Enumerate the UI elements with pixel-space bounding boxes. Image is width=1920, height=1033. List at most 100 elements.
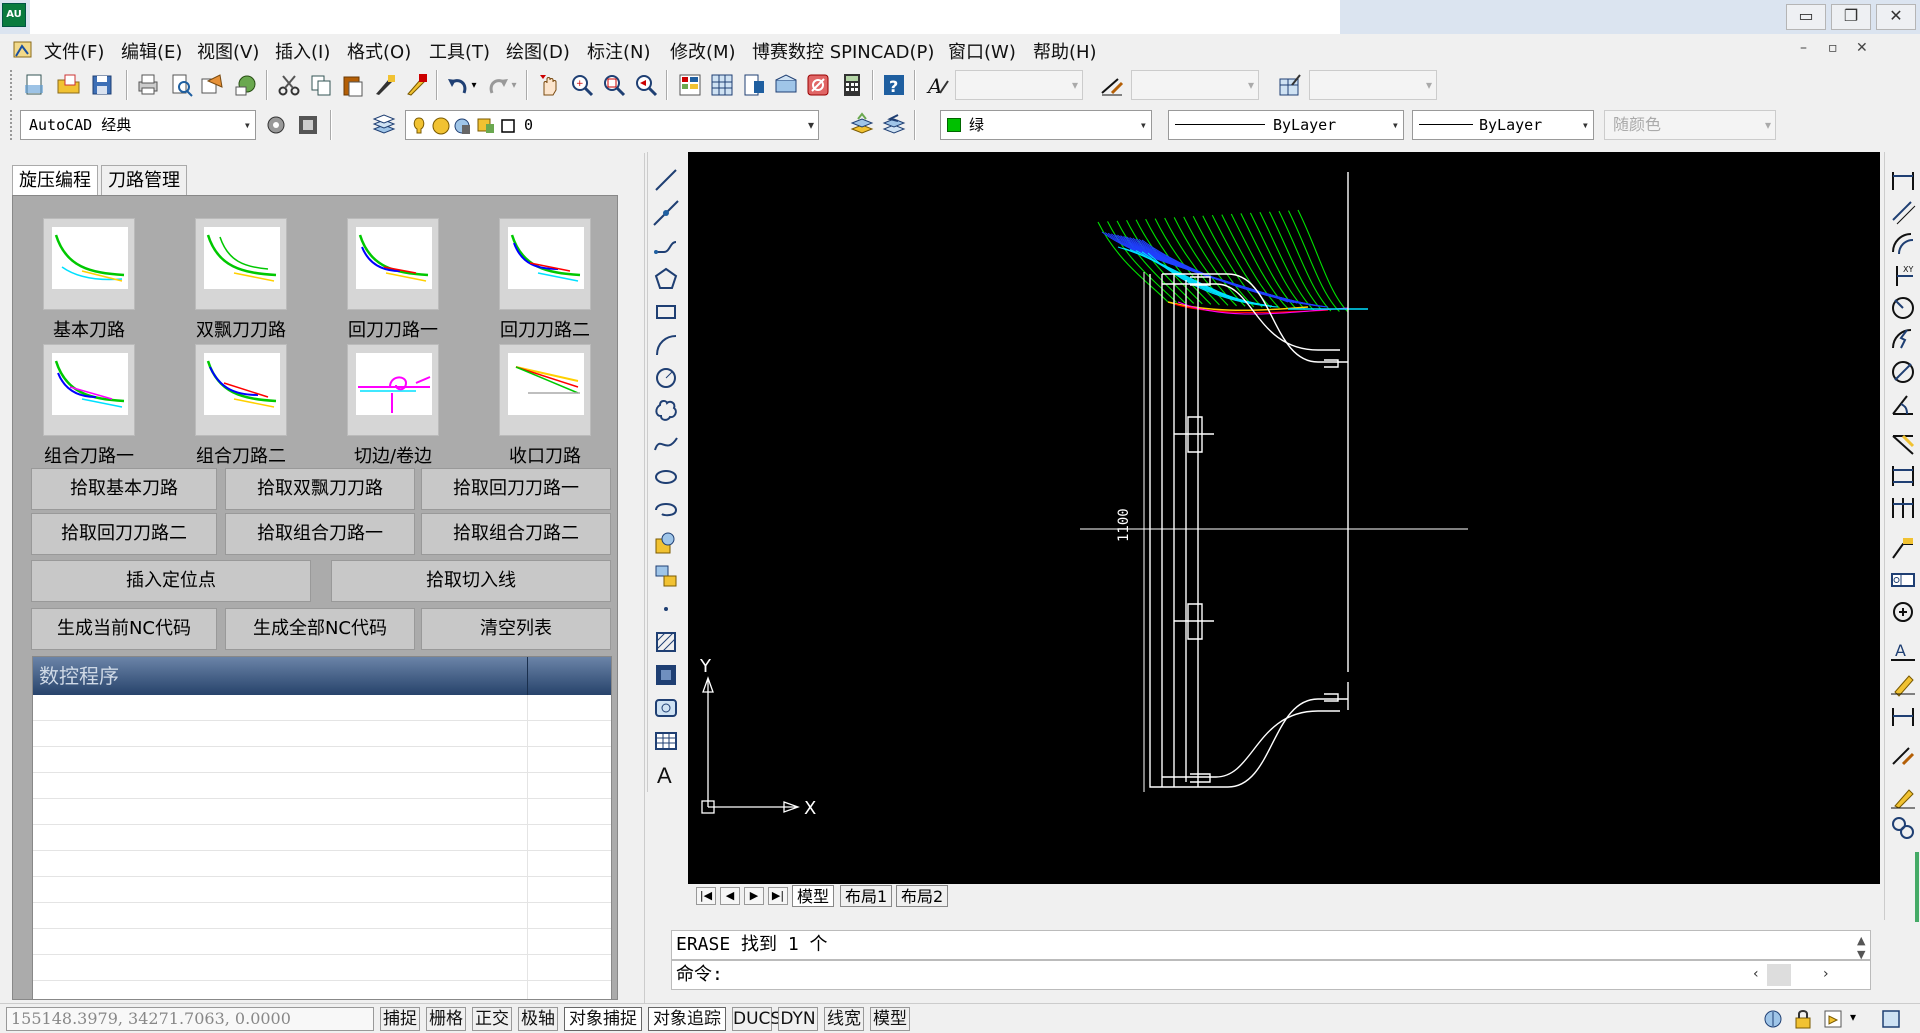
tab-spin-programming[interactable]: 旋压编程 — [12, 165, 98, 195]
rectangle-icon[interactable] — [652, 298, 680, 326]
workspace-settings-icon[interactable] — [262, 111, 290, 139]
angular-dimension-icon[interactable] — [1889, 390, 1917, 418]
drawing-canvas[interactable]: 1100 Y X — [688, 152, 1880, 884]
menu-format[interactable]: 格式(O) — [347, 38, 411, 64]
restore-button[interactable]: ❐ — [1831, 4, 1871, 30]
calculator-icon[interactable] — [838, 71, 866, 99]
undo-dropdown-icon[interactable]: ▾ — [468, 71, 480, 99]
menu-dimension[interactable]: 标注(N) — [587, 38, 651, 64]
link-icon[interactable] — [1889, 814, 1917, 842]
menu-draw[interactable]: 绘图(D) — [506, 38, 570, 64]
scroll-left[interactable]: ‹ — [1753, 966, 1759, 982]
menu-help[interactable]: 帮助(H) — [1033, 38, 1097, 64]
list-row[interactable] — [33, 955, 611, 981]
table-icon[interactable] — [652, 727, 680, 755]
history-scroll-down[interactable]: ▼ — [1857, 948, 1865, 961]
coordinate-readout[interactable]: 155148.3979, 34271.7063, 0.0000 — [6, 1007, 374, 1031]
ellipse-arc-icon[interactable] — [652, 496, 680, 524]
workspace-combo[interactable]: AutoCAD 经典 ▾ — [20, 110, 256, 140]
zoom-previous-icon[interactable] — [632, 71, 660, 99]
generate-all-nc-button[interactable]: 生成全部NC代码 — [225, 608, 415, 650]
new-file-icon[interactable] — [20, 71, 48, 99]
diameter-dimension-icon[interactable] — [1889, 358, 1917, 386]
layer-previous-icon[interactable] — [880, 111, 908, 139]
app-icon[interactable]: AU — [2, 3, 26, 27]
list-row[interactable] — [33, 851, 611, 877]
tolerance-icon[interactable] — [1889, 566, 1917, 594]
text-style-combo[interactable]: ▾ — [955, 70, 1083, 100]
status-menu-arrow-icon[interactable]: ▾ — [1850, 1010, 1856, 1024]
arc-length-icon[interactable] — [1889, 230, 1917, 258]
pick-double-float-toolpath-button[interactable]: 拾取双飘刀刀路 — [225, 468, 415, 510]
grid-toggle[interactable]: 栅格 — [426, 1007, 466, 1031]
layer-manager-icon[interactable] — [370, 111, 398, 139]
line-icon[interactable] — [652, 166, 680, 194]
tab-layout2[interactable]: 布局2 — [896, 885, 949, 907]
spline-icon[interactable] — [652, 430, 680, 458]
list-row[interactable] — [33, 747, 611, 773]
markup-icon[interactable] — [804, 71, 832, 99]
thumb-combined-toolpath-1[interactable]: 组合刀路一 — [27, 342, 151, 467]
aligned-dimension-icon[interactable] — [1889, 198, 1917, 226]
thumb-double-float-toolpath[interactable]: 双飘刀刀路 — [179, 216, 303, 341]
menu-view[interactable]: 视图(V) — [197, 38, 259, 64]
pick-combined-toolpath-2-button[interactable]: 拾取组合刀路二 — [421, 513, 611, 555]
scroll-right[interactable]: › — [1823, 966, 1829, 982]
dimension-style-edit-icon[interactable] — [1889, 742, 1917, 770]
properties-icon[interactable] — [676, 71, 704, 99]
color-combo[interactable]: 绿 ▾ — [940, 110, 1152, 140]
generate-current-nc-button[interactable]: 生成当前NC代码 — [31, 608, 217, 650]
menu-modify[interactable]: 修改(M) — [670, 38, 736, 64]
publish-icon[interactable] — [198, 71, 226, 99]
list-row[interactable] — [33, 877, 611, 903]
toolbar-grip[interactable] — [10, 110, 14, 140]
toolbar-grip[interactable] — [10, 70, 14, 100]
arc-icon[interactable] — [652, 331, 680, 359]
list-row[interactable] — [33, 903, 611, 929]
menu-window[interactable]: 窗口(W) — [948, 38, 1016, 64]
dimension-style-icon[interactable] — [1098, 71, 1126, 99]
point-icon[interactable] — [652, 595, 680, 623]
lineweight-combo[interactable]: ByLayer ▾ — [1412, 110, 1594, 140]
linear-dimension-icon[interactable] — [1889, 166, 1917, 194]
pick-lead-in-line-button[interactable]: 拾取切入线 — [331, 560, 611, 602]
drawing-document-icon[interactable] — [12, 38, 34, 60]
pick-basic-toolpath-button[interactable]: 拾取基本刀路 — [31, 468, 217, 510]
thumb-necking-toolpath[interactable]: 收口刀路 — [483, 342, 607, 467]
close-button[interactable]: ✕ — [1876, 4, 1916, 30]
history-scroll-up[interactable]: ▲ — [1857, 934, 1865, 947]
polar-toggle[interactable]: 极轴 — [518, 1007, 558, 1031]
dimension-style-combo[interactable]: ▾ — [1131, 70, 1259, 100]
menu-spincad[interactable]: 博赛数控 SPINCAD(P) — [752, 38, 934, 64]
pick-return-toolpath-1-button[interactable]: 拾取回刀刀路一 — [421, 468, 611, 510]
dyn-toggle[interactable]: DYN — [778, 1007, 818, 1031]
sheet-set-icon[interactable] — [772, 71, 800, 99]
list-row[interactable] — [33, 825, 611, 851]
horizontal-scrollbar[interactable] — [1767, 964, 1791, 986]
prev-layout-button[interactable]: ◀ — [720, 887, 740, 905]
lineweight-toggle[interactable]: 线宽 — [824, 1007, 864, 1031]
make-block-icon[interactable] — [652, 562, 680, 590]
thumb-combined-toolpath-2[interactable]: 组合刀路二 — [179, 342, 303, 467]
help-icon[interactable]: ? — [880, 71, 908, 99]
polygon-icon[interactable] — [652, 265, 680, 293]
osnap-toggle[interactable]: 对象捕捉 — [564, 1007, 642, 1031]
menu-insert[interactable]: 插入(I) — [275, 38, 330, 64]
thumb-basic-toolpath[interactable]: 基本刀路 — [27, 216, 151, 341]
insert-block-icon[interactable] — [652, 529, 680, 557]
ordinate-dimension-icon[interactable]: XY — [1889, 262, 1917, 290]
mdi-minimize-button[interactable]: – — [1800, 40, 1807, 56]
design-center-icon[interactable] — [708, 71, 736, 99]
workspace-save-icon[interactable] — [294, 111, 322, 139]
ellipse-icon[interactable] — [652, 463, 680, 491]
polyline-icon[interactable] — [652, 232, 680, 260]
insert-locating-point-button[interactable]: 插入定位点 — [31, 560, 311, 602]
thumb-return-toolpath-1[interactable]: 回刀刀路一 — [331, 216, 455, 341]
list-row[interactable] — [33, 981, 611, 999]
otrack-toggle[interactable]: 对象追踪 — [648, 1007, 726, 1031]
multiline-text-icon[interactable]: A — [652, 760, 680, 788]
command-input[interactable]: 命令: — [671, 960, 1871, 990]
tab-model[interactable]: 模型 — [792, 885, 835, 907]
pan-icon[interactable] — [536, 71, 564, 99]
construction-line-icon[interactable] — [652, 199, 680, 227]
